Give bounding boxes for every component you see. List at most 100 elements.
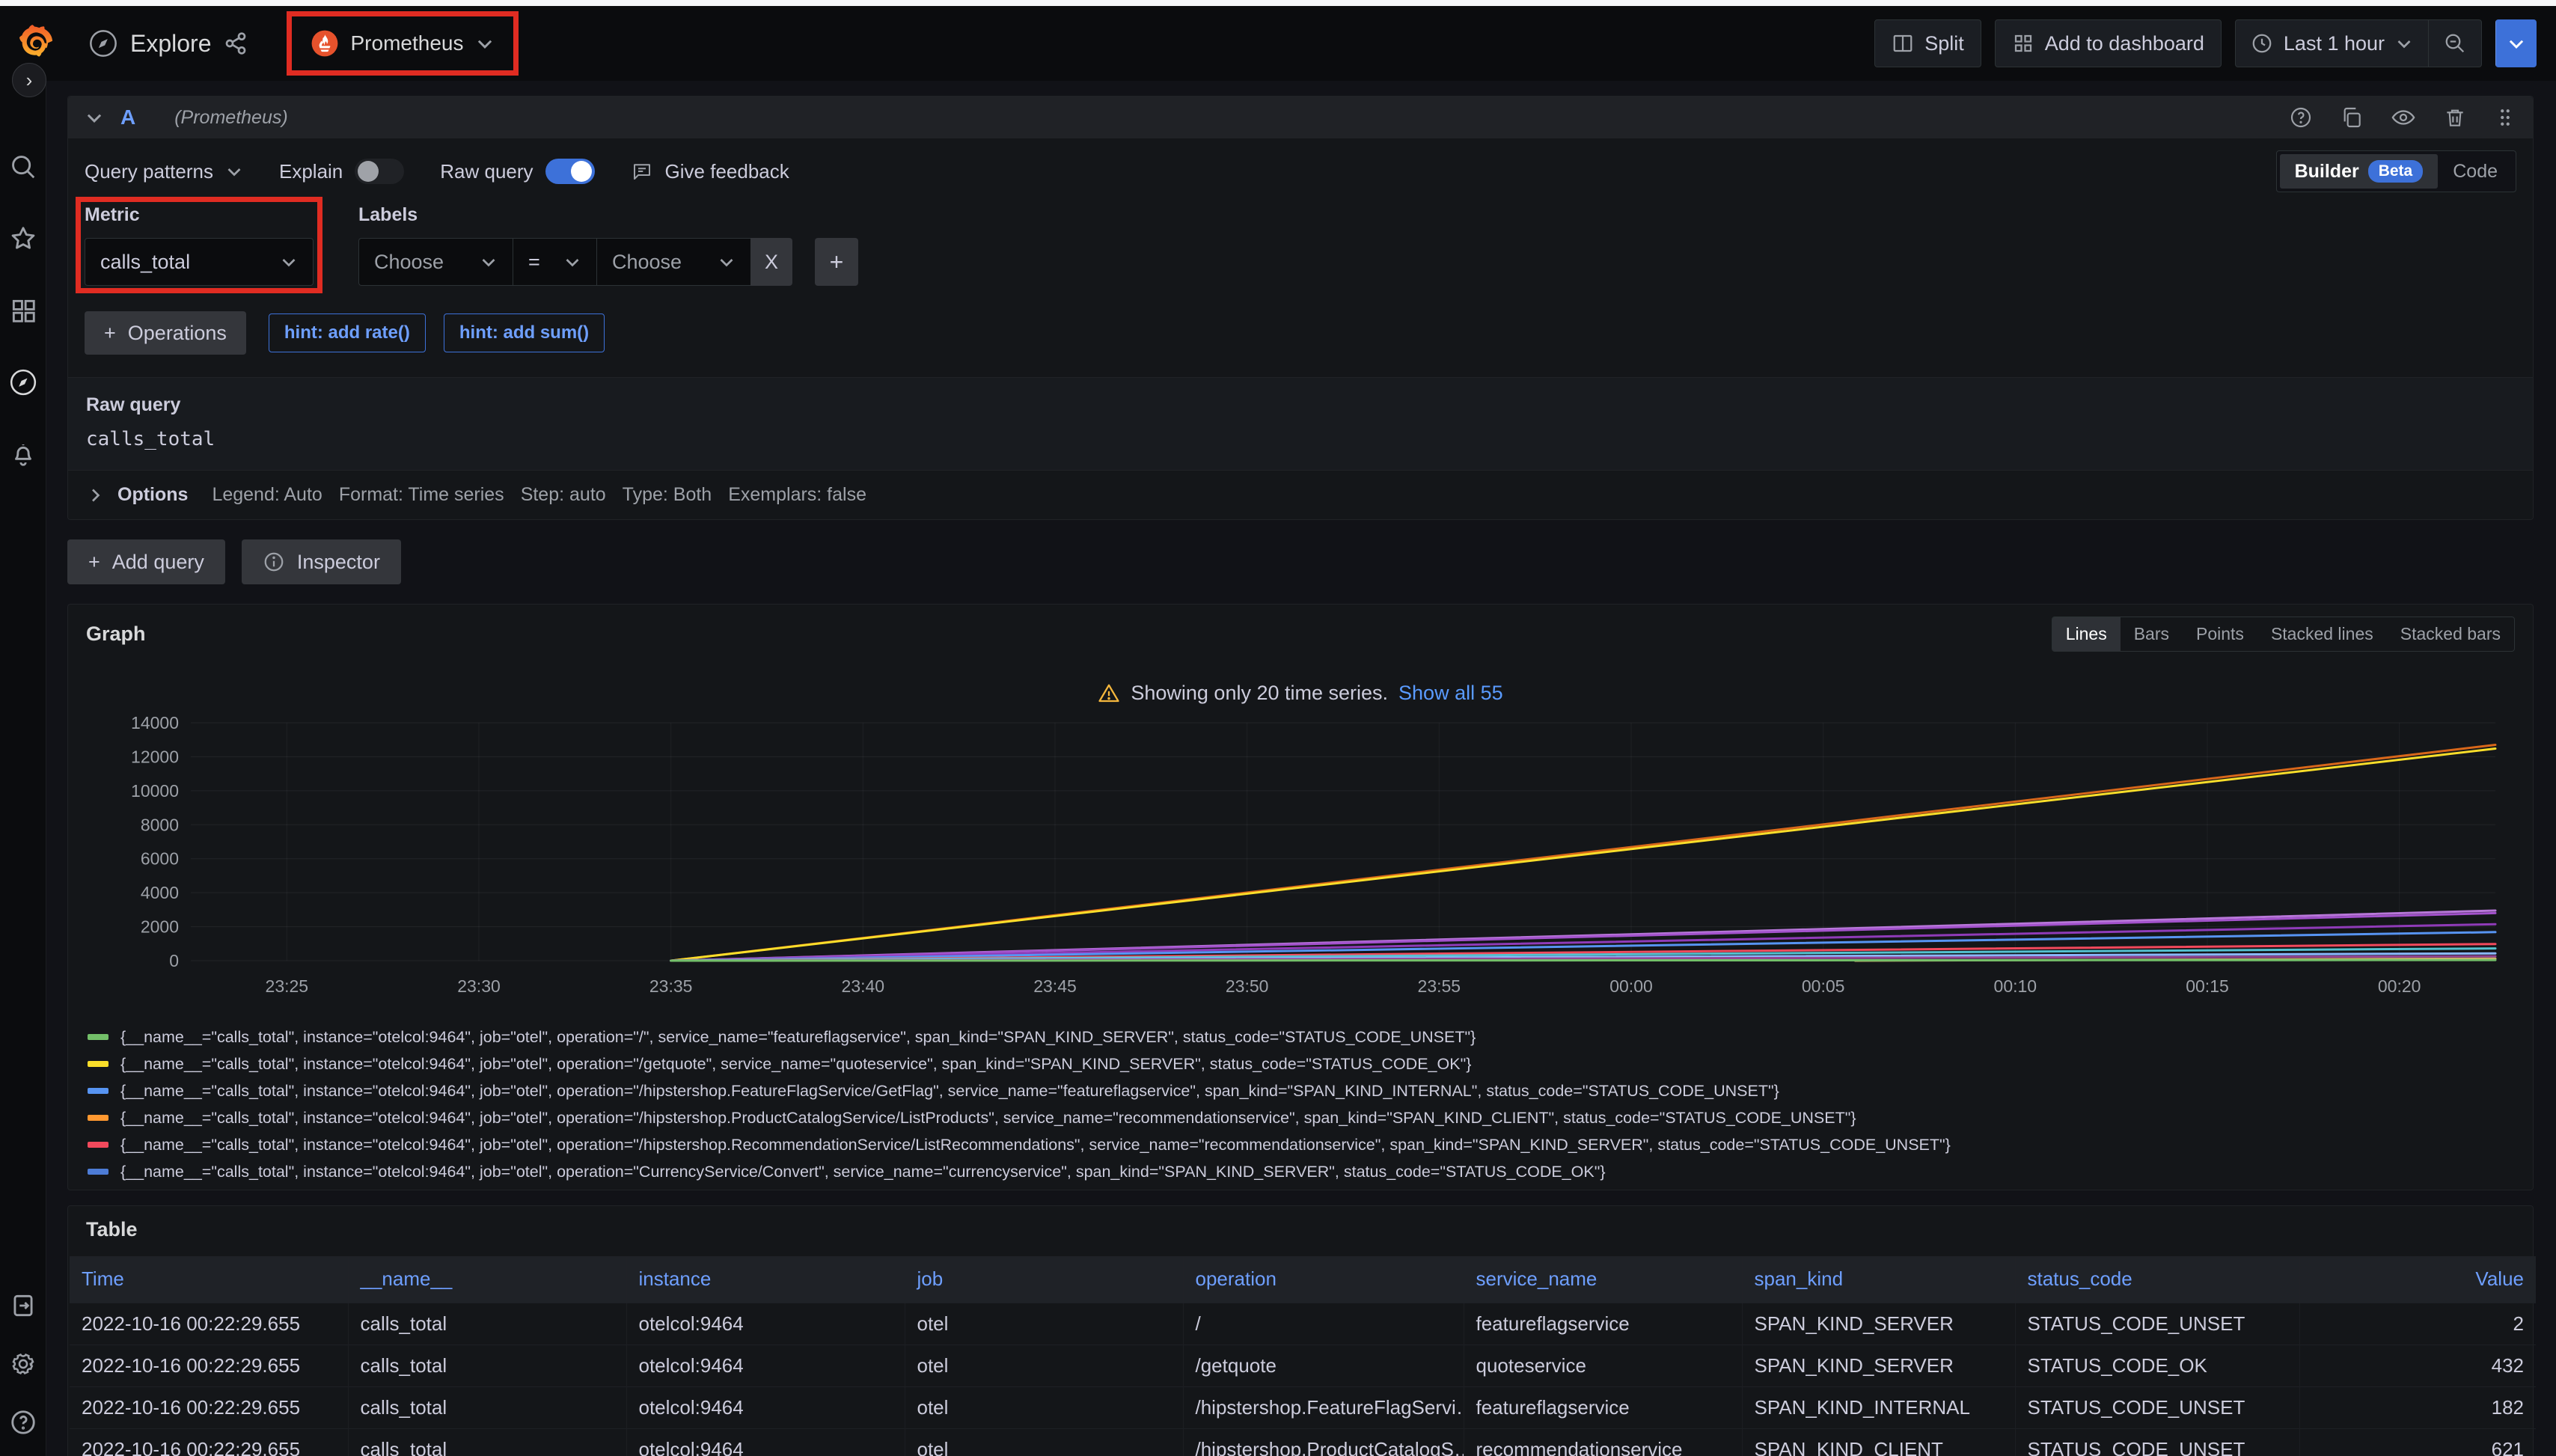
collapse-chevron-icon[interactable] bbox=[85, 108, 104, 127]
table-panel: Table Time__name__instancejoboperationse… bbox=[67, 1205, 2534, 1456]
zoom-out-time-button[interactable] bbox=[2428, 20, 2481, 67]
x-axis-tick: 23:50 bbox=[1226, 976, 1269, 996]
legend-item[interactable]: {__name__="calls_total", instance="otelc… bbox=[88, 1104, 2513, 1131]
metric-select[interactable]: calls_total bbox=[85, 238, 314, 286]
help-icon[interactable] bbox=[9, 1408, 37, 1437]
code-mode-button[interactable]: Code bbox=[2438, 155, 2513, 189]
graph-style-points[interactable]: Points bbox=[2183, 617, 2257, 651]
x-axis-tick: 23:35 bbox=[649, 976, 693, 996]
sign-in-icon[interactable] bbox=[9, 1291, 37, 1320]
legend-item[interactable]: {__name__="calls_total", instance="otelc… bbox=[88, 1050, 2513, 1077]
raw-query-box: Raw query calls_total bbox=[68, 377, 2533, 470]
column-header-instance[interactable]: instance bbox=[626, 1256, 905, 1303]
graph-panel-header: Graph LinesBarsPointsStacked linesStacke… bbox=[68, 605, 2533, 659]
table-cell: calls_total bbox=[348, 1428, 626, 1456]
table-cell: otel bbox=[905, 1428, 1183, 1456]
inspector-button[interactable]: Inspector bbox=[242, 539, 401, 584]
add-label-filter-button[interactable]: + bbox=[815, 238, 858, 286]
grafana-logo[interactable] bbox=[19, 25, 54, 62]
table-row[interactable]: 2022-10-16 00:22:29.655calls_totalotelco… bbox=[70, 1428, 2536, 1456]
legend-color-dash bbox=[88, 1061, 108, 1067]
run-query-button[interactable]: Run query bbox=[2495, 19, 2537, 67]
table-cell: SPAN_KIND_SERVER bbox=[1742, 1303, 2015, 1345]
help-circle-icon[interactable] bbox=[2289, 105, 2313, 129]
options-meta-item: Legend: Auto bbox=[212, 484, 322, 505]
graph-panel-title: Graph bbox=[86, 623, 146, 646]
options-row[interactable]: Options Legend: AutoFormat: Time seriesS… bbox=[68, 470, 2533, 519]
query-hint-button[interactable]: hint: add rate() bbox=[269, 313, 426, 352]
legend-item-clipped[interactable]: {__name__="calls_total", instance="otelc… bbox=[88, 1185, 2513, 1190]
query-row-header[interactable]: A (Prometheus) bbox=[68, 97, 2533, 138]
trash-icon[interactable] bbox=[2443, 105, 2467, 129]
graph-style-lines[interactable]: Lines bbox=[2052, 617, 2121, 651]
label-operator-select[interactable]: = bbox=[513, 238, 596, 286]
metric-value: calls_total bbox=[100, 251, 190, 274]
legend-item[interactable]: {__name__="calls_total", instance="otelc… bbox=[88, 1131, 2513, 1158]
column-header-operation[interactable]: operation bbox=[1183, 1256, 1464, 1303]
label-key-select[interactable]: Choose bbox=[358, 238, 513, 286]
give-feedback-link[interactable]: Give feedback bbox=[631, 160, 789, 183]
table-cell: STATUS_CODE_UNSET bbox=[2015, 1428, 2299, 1456]
time-series-chart[interactable]: 0200040006000800010000120001400023:2523:… bbox=[68, 708, 2533, 1019]
time-range-button[interactable]: Last 1 hour bbox=[2236, 20, 2428, 67]
add-to-dashboard-button[interactable]: Add to dashboard bbox=[1995, 19, 2222, 67]
column-header-time[interactable]: Time bbox=[70, 1256, 348, 1303]
remove-label-filter-button[interactable]: X bbox=[750, 238, 792, 286]
nav-left: Explore Prometheus bbox=[19, 19, 510, 68]
eye-icon[interactable] bbox=[2391, 105, 2416, 130]
table-row[interactable]: 2022-10-16 00:22:29.655calls_totalotelco… bbox=[70, 1303, 2536, 1345]
graph-style-bars[interactable]: Bars bbox=[2121, 617, 2183, 651]
give-feedback-label: Give feedback bbox=[665, 160, 789, 183]
explain-toggle[interactable] bbox=[355, 159, 404, 184]
copy-icon[interactable] bbox=[2340, 105, 2364, 129]
sidebar-expand-button[interactable]: › bbox=[12, 63, 46, 97]
dashboards-icon[interactable] bbox=[9, 296, 37, 325]
column-header-status-code[interactable]: status_code bbox=[2015, 1256, 2299, 1303]
raw-query-toggle[interactable] bbox=[545, 159, 595, 184]
legend-item[interactable]: {__name__="calls_total", instance="otelc… bbox=[88, 1077, 2513, 1104]
column-header-job[interactable]: job bbox=[905, 1256, 1183, 1303]
left-sidebar bbox=[0, 81, 46, 1456]
table-cell: 621 bbox=[2299, 1428, 2536, 1456]
chevron-down-icon bbox=[2507, 34, 2526, 53]
explore-icon-active[interactable] bbox=[9, 368, 37, 397]
query-patterns-dropdown[interactable]: Query patterns bbox=[85, 160, 243, 183]
split-button[interactable]: Split bbox=[1874, 19, 1981, 67]
legend-item[interactable]: {__name__="calls_total", instance="otelc… bbox=[88, 1024, 2513, 1050]
table-cell: 2022-10-16 00:22:29.655 bbox=[70, 1345, 348, 1386]
table-row[interactable]: 2022-10-16 00:22:29.655calls_totalotelco… bbox=[70, 1386, 2536, 1428]
raw-query-toggle-wrap: Raw query bbox=[440, 159, 594, 184]
column-header-value[interactable]: Value bbox=[2299, 1256, 2536, 1303]
starred-icon[interactable] bbox=[9, 224, 37, 253]
datasource-picker[interactable]: Prometheus bbox=[296, 19, 510, 68]
run-query-dropdown[interactable] bbox=[2495, 19, 2537, 67]
operations-button[interactable]: + Operations bbox=[85, 311, 246, 355]
legend-item[interactable]: {__name__="calls_total", instance="otelc… bbox=[88, 1158, 2513, 1185]
graph-style-stacked-lines[interactable]: Stacked lines bbox=[2257, 617, 2387, 651]
alerting-bell-icon[interactable] bbox=[9, 440, 37, 468]
table-cell: SPAN_KIND_CLIENT bbox=[1742, 1428, 2015, 1456]
raw-query-value: calls_total bbox=[86, 428, 2515, 450]
column-header-span-kind[interactable]: span_kind bbox=[1742, 1256, 2015, 1303]
label-value-select[interactable]: Choose bbox=[596, 238, 750, 286]
table-row[interactable]: 2022-10-16 00:22:29.655calls_totalotelco… bbox=[70, 1345, 2536, 1386]
column-header--name-[interactable]: __name__ bbox=[348, 1256, 626, 1303]
query-hint-button[interactable]: hint: add sum() bbox=[444, 313, 605, 352]
datasource-name: Prometheus bbox=[351, 31, 464, 55]
query-toolbar: Query patterns Explain Raw query Give fe… bbox=[68, 149, 2533, 194]
add-query-button[interactable]: + Add query bbox=[67, 539, 225, 584]
chevron-down-icon bbox=[225, 162, 243, 180]
legend-series-label: {__name__="calls_total", instance="otelc… bbox=[120, 1028, 1476, 1047]
label-value-placeholder: Choose bbox=[612, 251, 682, 274]
builder-mode-button[interactable]: Builder Beta bbox=[2280, 154, 2439, 189]
column-header-service-name[interactable]: service_name bbox=[1464, 1256, 1742, 1303]
share-icon[interactable] bbox=[224, 31, 248, 55]
show-all-series-link[interactable]: Show all 55 bbox=[1398, 682, 1503, 705]
search-icon[interactable] bbox=[9, 153, 37, 181]
settings-gear-icon[interactable] bbox=[9, 1350, 37, 1378]
drag-handle-icon[interactable] bbox=[2494, 106, 2516, 129]
graph-style-stacked-bars[interactable]: Stacked bars bbox=[2387, 617, 2514, 651]
query-patterns-label: Query patterns bbox=[85, 160, 213, 183]
options-label: Options bbox=[117, 484, 188, 506]
table-cell: STATUS_CODE_UNSET bbox=[2015, 1303, 2299, 1345]
